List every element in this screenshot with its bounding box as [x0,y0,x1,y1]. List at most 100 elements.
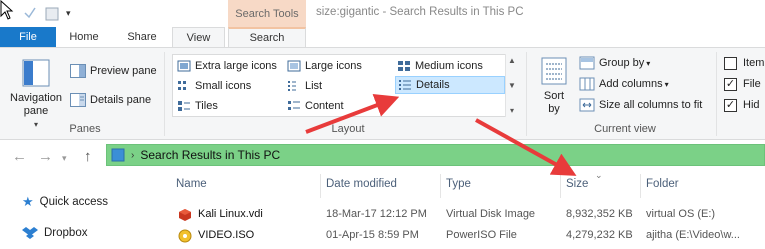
nav-item-quick-access[interactable]: ★ Quick access [22,194,108,210]
navigation-pane-icon [22,59,50,87]
extra-large-icons-label: Extra large icons [195,60,277,72]
file-name-extensions-label: File [743,78,761,90]
column-divider[interactable] [440,174,441,198]
layout-details[interactable]: Details [395,76,505,94]
details-view-icon [399,80,411,90]
recent-locations-icon[interactable]: ▾ [62,153,67,164]
file-size: 8,932,352 KB [566,208,633,220]
file-date: 01-Apr-15 8:59 PM [326,229,419,241]
current-view-group-label: Current view [594,123,656,135]
back-arrow-icon[interactable]: ← [12,148,27,165]
column-header-size[interactable]: Size [566,178,588,190]
file-folder: ajitha (E:\Video\w... [646,229,740,241]
forward-arrow-icon[interactable]: → [38,148,53,165]
size-columns-icon [579,98,595,112]
file-date: 18-Mar-17 12:12 PM [326,208,427,220]
layout-extra-large-icons[interactable]: Extra large icons [177,57,277,75]
add-columns-button[interactable]: Add columns ▾ [579,75,669,93]
layout-large-icons[interactable]: Large icons [287,57,362,75]
preview-pane-icon [70,64,86,78]
tab-file[interactable]: File [0,27,56,47]
sort-chevron-icon: ⌄ [595,170,603,180]
breadcrumb-chevron-icon[interactable]: › [131,150,134,161]
nav-item-dropbox[interactable]: Dropbox [22,226,87,240]
customize-qat-icon[interactable]: ▾ [66,8,71,19]
checkbox-checked-icon: ✓ [724,98,737,112]
file-name: VIDEO.ISO [198,229,255,241]
column-divider[interactable] [560,174,561,198]
large-icons-label: Large icons [305,60,362,72]
item-check-boxes-checkbox[interactable]: Item [724,54,764,72]
group-by-label: Group by [599,57,645,69]
layout-gallery-scroller[interactable]: ▲ ▼ ▾ [505,54,518,117]
nav-item-label: Quick access [39,196,109,208]
new-folder-icon[interactable] [44,6,60,22]
item-check-boxes-label: Item [743,57,765,69]
checkbox-checked-icon: ✓ [724,77,737,91]
scroll-up-icon[interactable]: ▲ [508,56,516,65]
iso-file-icon [178,229,192,243]
file-name-extensions-checkbox[interactable]: ✓ File [724,75,761,93]
layout-list[interactable]: List [287,77,322,95]
sort-by-icon [541,57,567,85]
up-arrow-icon[interactable]: ↑ [84,148,92,165]
tab-search[interactable]: Search [228,27,306,47]
group-by-icon [579,56,595,70]
breadcrumb-location[interactable]: Search Results in This PC [140,148,280,162]
chevron-down-icon: ▾ [33,120,38,129]
checkbox-unchecked-icon [724,56,737,70]
list-icon [288,81,296,91]
tab-view[interactable]: View [172,27,225,48]
sort-by-button[interactable]: Sort by [536,56,572,116]
file-type: Virtual Disk Image [446,208,536,220]
tab-share[interactable]: Share [114,27,170,47]
navigation-pane-label: Navigation pane [10,92,62,117]
add-columns-icon [579,77,595,91]
size-all-columns-button[interactable]: Size all columns to fit [579,96,702,114]
column-header-name[interactable]: Name [176,178,207,190]
navigation-pane-button[interactable]: Navigation pane ▾ [6,58,66,131]
medium-icons-label: Medium icons [415,60,483,72]
star-icon: ★ [22,194,34,209]
extra-large-icons-icon [177,60,191,72]
group-divider [164,52,165,136]
hidden-items-checkbox[interactable]: ✓ Hid [724,96,760,114]
content-icon [288,101,300,110]
expand-gallery-icon[interactable]: ▾ [510,106,514,115]
layout-gallery: Extra large icons Large icons Medium ico… [172,54,518,117]
scroll-down-icon[interactable]: ▼ [508,81,516,90]
group-divider [716,52,717,136]
column-divider[interactable] [320,174,321,198]
layout-tiles[interactable]: Tiles [177,97,218,115]
virtual-disk-file-icon [179,209,191,221]
tab-home[interactable]: Home [58,27,110,47]
properties-icon[interactable] [22,5,38,21]
tiles-icon [178,101,190,111]
search-tools-context-label: Search Tools [228,0,306,27]
preview-pane-button[interactable]: Preview pane [70,62,157,80]
table-row[interactable]: VIDEO.ISO 01-Apr-15 8:59 PM PowerISO Fil… [160,226,765,246]
file-name: Kali Linux.vdi [198,208,263,220]
file-size: 4,279,232 KB [566,229,633,241]
layout-group-label: Layout [331,123,365,135]
group-divider [526,52,527,136]
address-bar[interactable]: › Search Results in This PC [106,144,765,166]
list-label: List [305,80,323,92]
column-header-folder[interactable]: Folder [646,178,679,190]
file-type: PowerISO File [446,229,517,241]
layout-content[interactable]: Content [287,97,344,115]
small-icons-label: Small icons [195,80,252,92]
sort-by-label: Sort by [543,90,565,115]
layout-medium-icons[interactable]: Medium icons [397,57,483,75]
layout-small-icons[interactable]: Small icons [177,77,251,95]
size-all-columns-label: Size all columns to fit [599,99,703,111]
title-bar: ▾ Search Tools size:gigantic - Search Re… [0,0,765,27]
group-by-button[interactable]: Group by ▾ [579,54,650,72]
table-row[interactable]: Kali Linux.vdi 18-Mar-17 12:12 PM Virtua… [160,205,765,225]
preview-pane-label: Preview pane [90,65,157,77]
column-header-type[interactable]: Type [446,178,471,190]
content-label: Content [305,100,344,112]
details-pane-button[interactable]: Details pane [70,91,151,109]
column-divider[interactable] [640,174,641,198]
column-header-date-modified[interactable]: Date modified [326,178,397,190]
